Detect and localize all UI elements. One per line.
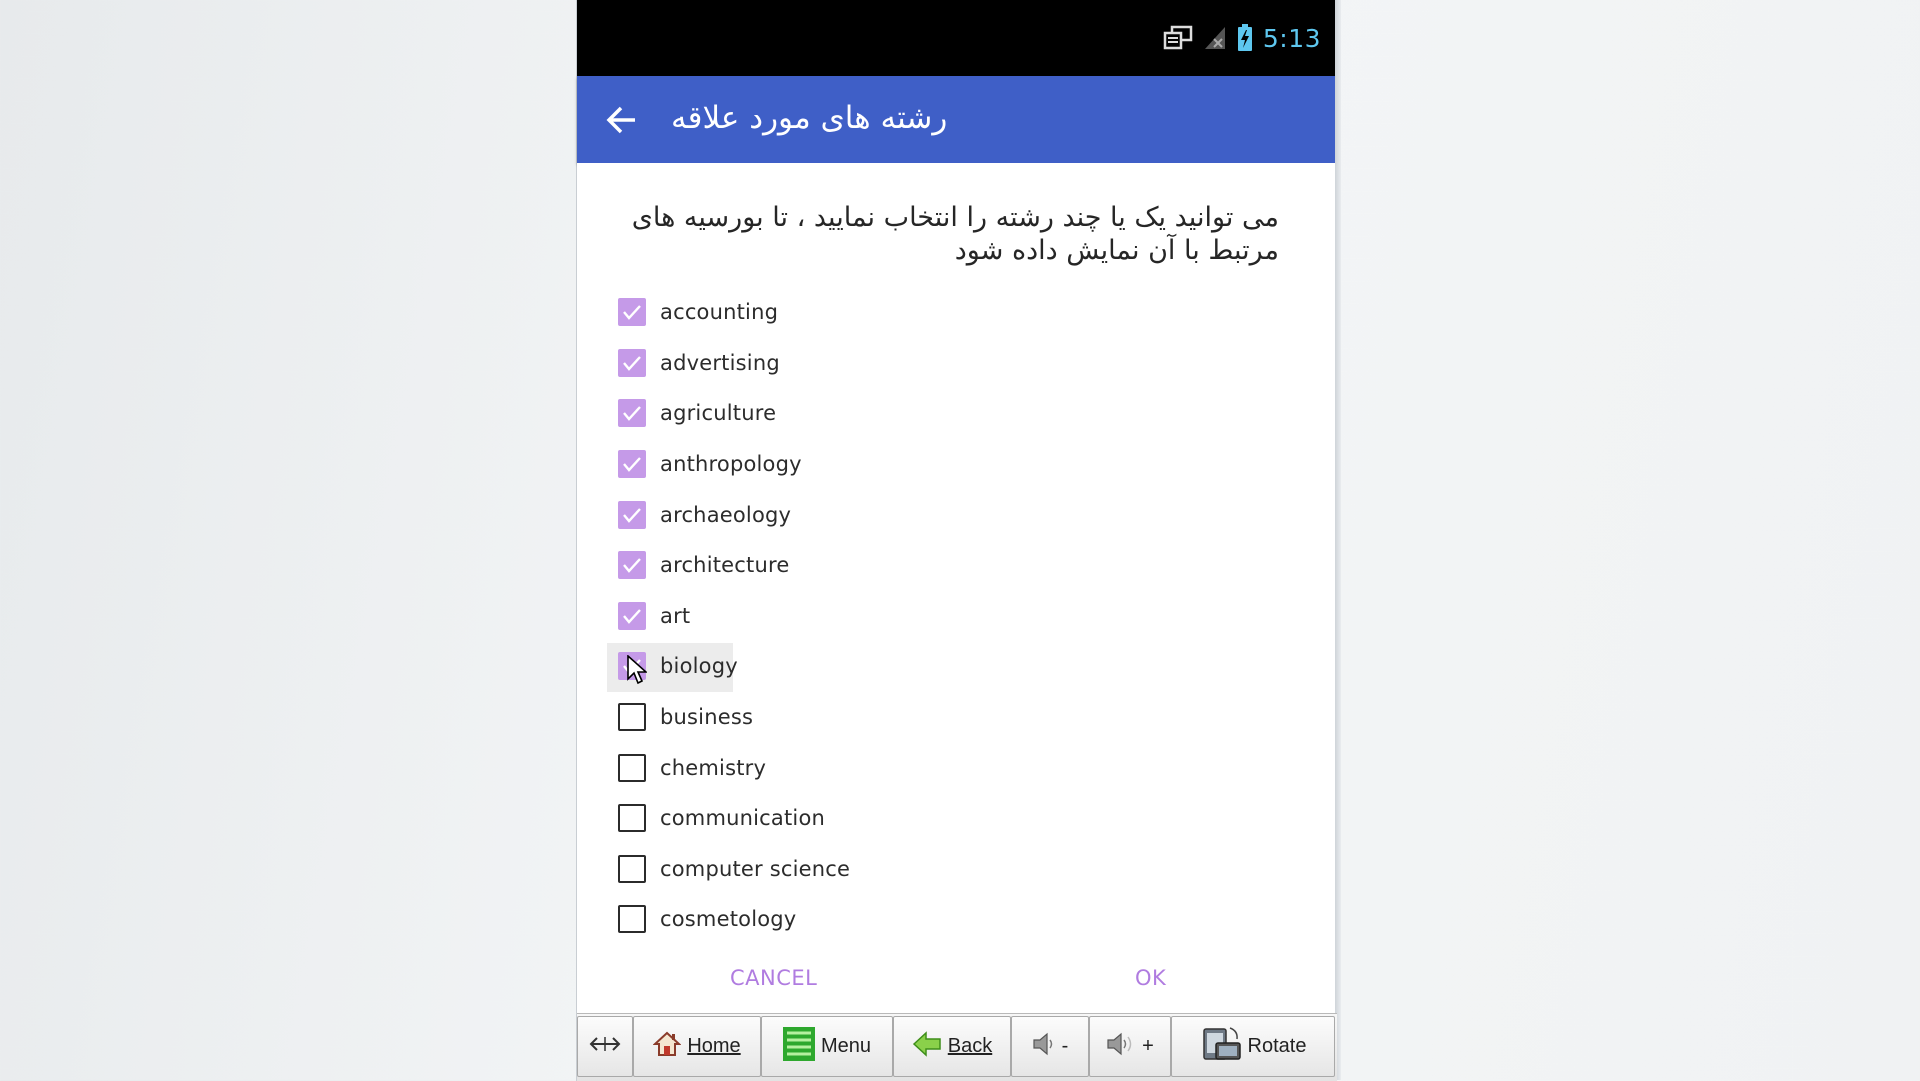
speaker-icon [1032,1031,1056,1063]
option-label: archaeology [660,502,792,527]
volume-down-button[interactable]: - [1011,1016,1089,1077]
checkbox[interactable] [618,804,646,833]
option-label: accounting [660,300,779,325]
back-arrow-icon[interactable] [602,100,642,140]
option-label: cosmetology [660,907,797,932]
list-item[interactable]: art [607,591,1267,642]
checkbox[interactable] [618,601,646,630]
list-item[interactable]: anthropology [607,439,1267,490]
checkbox[interactable] [618,703,646,732]
volume-up-label: + [1142,1035,1154,1057]
no-signal-icon [1203,25,1227,51]
option-label: agriculture [660,401,777,426]
list-item[interactable]: architecture [607,540,1267,591]
checkmark-icon [623,507,641,523]
checkmark-icon [623,558,641,574]
home-icon [652,1030,682,1064]
checkbox[interactable] [618,905,646,934]
option-label: chemistry [660,755,767,780]
dialog-message-line: می توانید یک یا چند رشته را انتخاب نمایی… [631,202,1279,233]
checkmark-icon [623,406,641,422]
checkbox[interactable] [618,450,646,479]
resize-button[interactable] [577,1016,633,1077]
app-bar: رشته های مورد علاقه [577,76,1335,163]
option-label: advertising [660,350,780,375]
checkbox[interactable] [618,753,646,782]
checkmark-icon [623,609,641,624]
back-button[interactable]: Back [893,1016,1011,1077]
menu-label: Menu [820,1035,872,1057]
checkbox[interactable] [618,500,646,529]
home-label: Home [687,1035,741,1057]
option-label: biology [660,654,738,679]
checkbox[interactable] [618,551,646,580]
emulator-toolbar: Home Menu Back - + Rotate [577,1013,1337,1081]
phone-frame-edge [1335,0,1341,1080]
status-bar: 5:13 [577,0,1335,76]
list-item[interactable]: business [607,692,1267,743]
battery-charging-icon [1237,24,1253,52]
dialog-message: می توانید یک یا چند رشته را انتخاب نمایی… [609,201,1279,267]
speaker-icon [1106,1031,1136,1063]
mouse-pointer-icon [627,654,649,689]
list-item[interactable]: advertising [607,338,1267,389]
option-label: architecture [660,553,790,578]
list-item[interactable]: chemistry [607,742,1267,793]
field-options-list[interactable]: accounting advertising agriculture anthropo… [607,287,1267,935]
list-item[interactable]: cosmetology [607,894,1267,935]
option-label: art [660,603,691,628]
checkmark-icon [623,457,641,472]
list-item[interactable]: agriculture [607,388,1267,439]
ok-button[interactable]: OK [1135,953,1166,1003]
option-label: anthropology [660,452,802,477]
menu-icon [782,1026,815,1067]
screen-cast-icon [1163,25,1193,51]
volume-down-label: - [1061,1035,1069,1057]
checkmark-icon [623,305,641,321]
checkbox[interactable] [618,348,646,377]
back-arrow-green-icon [912,1030,942,1063]
rotate-device-icon [1200,1025,1242,1069]
rotate-button[interactable]: Rotate [1171,1016,1335,1077]
list-item[interactable]: accounting [607,287,1267,338]
cancel-button[interactable]: CANCEL [730,953,817,1003]
resize-arrows-icon [588,1034,622,1060]
option-label: communication [660,806,826,831]
dialog-message-line: مرتبط با آن نمایش داده شود [954,235,1279,266]
dialog-actions: CANCEL OK [577,953,1335,1003]
rotate-label: Rotate [1247,1035,1307,1057]
status-icons: 5:13 [1163,20,1321,56]
checkbox[interactable] [618,399,646,428]
phone-screen: 5:13 رشته های مورد علاقه می توانید یک یا… [577,0,1335,1080]
list-item[interactable]: computer science [607,844,1267,895]
menu-button[interactable]: Menu [761,1016,893,1077]
status-clock: 5:13 [1262,23,1321,53]
interests-dialog: می توانید یک یا چند رشته را انتخاب نمایی… [577,163,1335,1013]
option-label: computer science [660,856,851,881]
checkmark-icon [623,356,641,371]
volume-up-button[interactable]: + [1089,1016,1171,1077]
list-item[interactable]: biology [607,641,1267,693]
checkbox[interactable] [618,298,646,327]
home-button[interactable]: Home [633,1016,761,1077]
list-item[interactable]: communication [607,793,1267,844]
back-label: Back [947,1035,993,1057]
option-label: business [660,705,754,730]
list-item[interactable]: archaeology [607,489,1267,540]
checkbox[interactable] [618,854,646,883]
page-title: رشته های مورد علاقه [671,100,948,136]
